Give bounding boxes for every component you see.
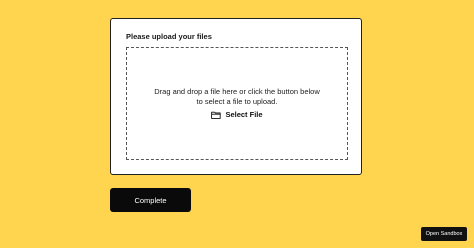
complete-button[interactable]: Complete xyxy=(110,188,191,212)
upload-card: Please upload your files Drag and drop a… xyxy=(110,18,362,175)
select-file-label: Select File xyxy=(225,110,263,119)
folder-icon xyxy=(211,111,222,119)
open-sandbox-button[interactable]: Open Sandbox xyxy=(421,227,467,241)
upload-title: Please upload your files xyxy=(126,32,212,41)
dropzone-instruction: Drag and drop a file here or click the b… xyxy=(154,87,320,106)
file-dropzone[interactable]: Drag and drop a file here or click the b… xyxy=(126,47,348,160)
select-file-button[interactable]: Select File xyxy=(127,110,347,119)
